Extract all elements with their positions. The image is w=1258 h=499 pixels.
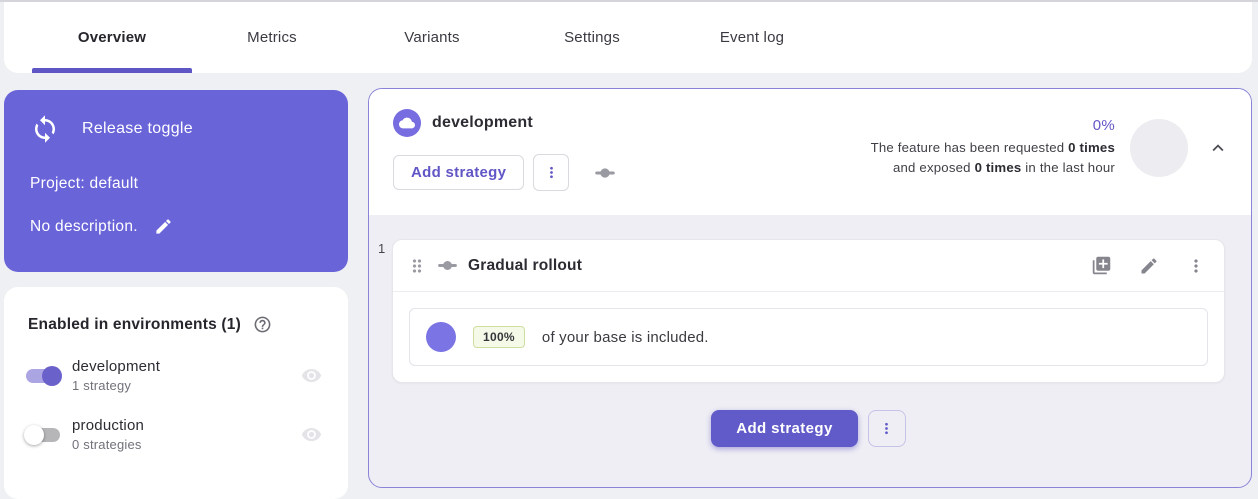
- metrics-donut-placeholder: [1130, 119, 1188, 177]
- visibility-eye-icon[interactable]: [301, 365, 322, 386]
- collapse-environment-button[interactable]: [1207, 137, 1229, 159]
- rollout-slider-icon: [592, 160, 618, 186]
- tab-event-log[interactable]: Event log: [672, 2, 832, 73]
- copy-add-icon: [1091, 255, 1112, 276]
- rollout-slider-icon: [435, 253, 460, 278]
- pencil-icon: [1139, 256, 1159, 276]
- environment-strategy-count: 0 strategies: [72, 437, 144, 452]
- tab-overview[interactable]: Overview: [32, 2, 192, 73]
- chevron-up-icon: [1207, 137, 1229, 159]
- visibility-eye-icon[interactable]: [301, 424, 322, 445]
- strategy-more-options-button[interactable]: [533, 154, 569, 191]
- release-toggle-loop-icon: [30, 114, 60, 144]
- feature-description: No description.: [30, 218, 138, 236]
- environment-name: production: [72, 417, 144, 434]
- cloud-environment-icon: [393, 109, 421, 137]
- rollout-description: of your base is included.: [542, 329, 709, 346]
- environments-panel-title: Enabled in environments (1): [28, 316, 241, 334]
- feature-type-card: Release toggle Project: default No descr…: [4, 90, 348, 272]
- strategy-list-section: 1 Gradual rollout: [369, 215, 1251, 487]
- add-strategy-button-footer[interactable]: Add strategy: [711, 410, 858, 447]
- environments-help-button[interactable]: [253, 315, 272, 334]
- kebab-menu-icon: [1186, 256, 1206, 276]
- tab-settings[interactable]: Settings: [512, 2, 672, 73]
- edit-description-button[interactable]: [154, 217, 173, 236]
- metrics-line-1: The feature has been requested 0 times: [871, 138, 1115, 158]
- drag-handle-icon[interactable]: [407, 256, 427, 276]
- feature-type-label: Release toggle: [82, 120, 193, 138]
- strategy-index: 1: [378, 241, 385, 256]
- kebab-menu-icon: [543, 164, 560, 181]
- environment-strategy-count: 1 strategy: [72, 378, 160, 393]
- feature-tabbar: Overview Metrics Variants Settings Event…: [4, 2, 1252, 73]
- strategy-kebab-button[interactable]: [1186, 256, 1206, 276]
- environment-row-development: development 1 strategy: [24, 358, 328, 393]
- environment-name: development: [72, 358, 160, 375]
- add-strategy-more-options-button[interactable]: [868, 410, 906, 447]
- rollout-summary-box: 100% of your base is included.: [409, 308, 1208, 366]
- strategy-name: Gradual rollout: [468, 257, 582, 275]
- project-label: Project: default: [30, 175, 322, 193]
- development-toggle[interactable]: [24, 366, 62, 386]
- tab-metrics[interactable]: Metrics: [192, 2, 352, 73]
- tab-variants[interactable]: Variants: [352, 2, 512, 73]
- metrics-line-2: and exposed 0 times in the last hour: [871, 158, 1115, 178]
- environment-header: development Add strategy 0%: [369, 89, 1251, 215]
- production-toggle[interactable]: [24, 425, 62, 445]
- kebab-menu-icon: [878, 420, 895, 437]
- edit-strategy-button[interactable]: [1139, 256, 1159, 276]
- page: Overview Metrics Variants Settings Event…: [0, 0, 1258, 485]
- environment-accordion-card: development Add strategy 0%: [368, 88, 1252, 488]
- rollout-percentage-badge: 100%: [473, 326, 525, 348]
- exposure-percentage: 0%: [871, 117, 1115, 134]
- rollout-pie-chart: [426, 322, 456, 352]
- pencil-icon: [154, 217, 173, 236]
- environment-view-name: development: [432, 114, 533, 132]
- environments-panel: Enabled in environments (1) development …: [4, 287, 348, 499]
- help-icon: [253, 315, 272, 334]
- environment-row-production: production 0 strategies: [24, 417, 328, 452]
- add-strategy-button-header[interactable]: Add strategy: [393, 155, 524, 190]
- copy-strategy-button[interactable]: [1091, 255, 1112, 276]
- strategy-card: Gradual rollout: [392, 239, 1225, 383]
